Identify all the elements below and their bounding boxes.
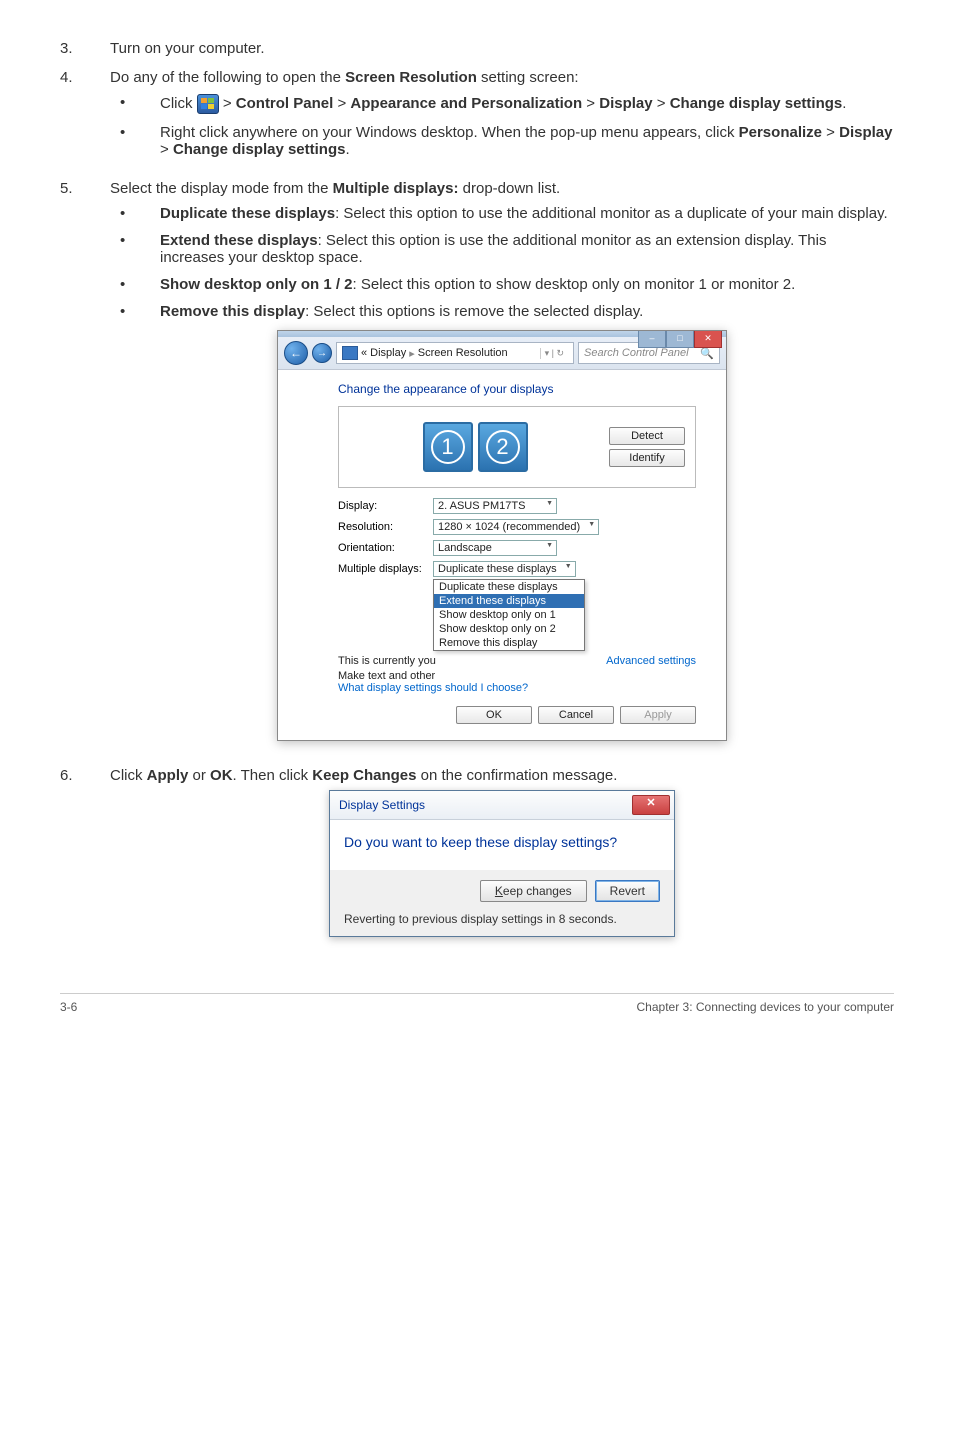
page-number: 3-6 xyxy=(60,1000,77,1014)
screen-resolution-window: – □ ✕ ← → « Display ▸ Screen Resolution … xyxy=(277,330,727,741)
keep-changes-button[interactable]: Keep changes xyxy=(480,880,587,902)
substep-text: Show desktop only on 1 / 2: Select this … xyxy=(160,276,894,293)
breadcrumb[interactable]: « Display ▸ Screen Resolution ▾ | ↻ xyxy=(336,342,574,364)
close-button[interactable]: ✕ xyxy=(694,331,722,348)
dialog-message: Do you want to keep these display settin… xyxy=(330,820,674,870)
multiple-displays-dropdown: Duplicate these displays Extend these di… xyxy=(433,579,585,651)
dropdown-option[interactable]: Duplicate these displays xyxy=(434,580,584,594)
bullet: • xyxy=(110,94,160,114)
bullet: • xyxy=(110,276,160,293)
help-link[interactable]: What display settings should I choose? xyxy=(338,682,696,694)
substep-text: Click > Control Panel > Appearance and P… xyxy=(160,94,894,114)
info-text: Make text and other xyxy=(338,670,696,682)
label-display: Display: xyxy=(338,500,433,512)
bullet: • xyxy=(110,124,160,158)
ok-button[interactable]: OK xyxy=(456,706,532,724)
dropdown-option[interactable]: Show desktop only on 2 xyxy=(434,622,584,636)
page-heading: Change the appearance of your displays xyxy=(338,382,696,396)
step-number: 5. xyxy=(60,180,110,755)
step-text: drop-down list. xyxy=(458,180,560,197)
windows-start-icon xyxy=(197,94,219,114)
revert-button[interactable]: Revert xyxy=(595,880,660,902)
forward-button[interactable]: → xyxy=(312,343,332,363)
dropdown-option[interactable]: Extend these displays xyxy=(434,594,584,608)
identify-button[interactable]: Identify xyxy=(609,449,685,467)
resolution-select[interactable]: 1280 × 1024 (recommended) xyxy=(433,519,599,535)
chapter-title: Chapter 3: Connecting devices to your co… xyxy=(637,1000,894,1014)
step-text: or xyxy=(188,767,210,784)
bullet: • xyxy=(110,205,160,222)
step-text: Click xyxy=(110,767,147,784)
monitor-2[interactable]: 2 xyxy=(478,422,528,472)
close-button[interactable]: ✕ xyxy=(632,795,670,815)
label-orientation: Orientation: xyxy=(338,542,433,554)
bullet: • xyxy=(110,232,160,266)
step-text: Select the display mode from the xyxy=(110,180,333,197)
substep-text: Right click anywhere on your Windows des… xyxy=(160,124,894,158)
step-bold: OK xyxy=(210,767,233,784)
dialog-title: Display Settings xyxy=(339,798,425,812)
detect-button[interactable]: Detect xyxy=(609,427,685,445)
minimize-button[interactable]: – xyxy=(638,331,666,348)
back-button[interactable]: ← xyxy=(284,341,308,365)
display-select[interactable]: 2. ASUS PM17TS xyxy=(433,498,557,514)
step-number: 3. xyxy=(60,40,110,57)
folder-icon xyxy=(342,346,358,360)
dropdown-option[interactable]: Show desktop only on 1 xyxy=(434,608,584,622)
display-preview: 1 2 Detect Identify xyxy=(338,406,696,488)
orientation-select[interactable]: Landscape xyxy=(433,540,557,556)
step-text: Turn on your computer. xyxy=(110,40,894,57)
step-text: setting screen: xyxy=(477,69,579,86)
maximize-button[interactable]: □ xyxy=(666,331,694,348)
dialog-footer-text: Reverting to previous display settings i… xyxy=(330,912,674,936)
multiple-displays-select[interactable]: Duplicate these displays xyxy=(433,561,576,577)
search-icon: 🔍 xyxy=(700,347,714,360)
step-bold: Apply xyxy=(147,767,189,784)
info-text: This is currently you xyxy=(338,655,436,667)
advanced-settings-link[interactable]: Advanced settings xyxy=(606,655,696,667)
cancel-button[interactable]: Cancel xyxy=(538,706,614,724)
monitor-1[interactable]: 1 xyxy=(423,422,473,472)
bullet: • xyxy=(110,303,160,320)
substep-text: Remove this display: Select this options… xyxy=(160,303,894,320)
step-bold: Screen Resolution xyxy=(345,69,477,86)
label-resolution: Resolution: xyxy=(338,521,433,533)
substep-text: Extend these displays: Select this optio… xyxy=(160,232,894,266)
step-bold: Multiple displays: xyxy=(333,180,459,197)
apply-button[interactable]: Apply xyxy=(620,706,696,724)
step-text: . Then click xyxy=(233,767,313,784)
step-bold: Keep Changes xyxy=(312,767,416,784)
substep-text: Duplicate these displays: Select this op… xyxy=(160,205,894,222)
display-settings-dialog: Display Settings ✕ Do you want to keep t… xyxy=(329,790,675,937)
step-number: 6. xyxy=(60,767,110,943)
label-multiple-displays: Multiple displays: xyxy=(338,563,433,575)
step-text: Do any of the following to open the xyxy=(110,69,345,86)
step-number: 4. xyxy=(60,69,110,168)
dropdown-option[interactable]: Remove this display xyxy=(434,636,584,650)
step-text: on the confirmation message. xyxy=(417,767,618,784)
